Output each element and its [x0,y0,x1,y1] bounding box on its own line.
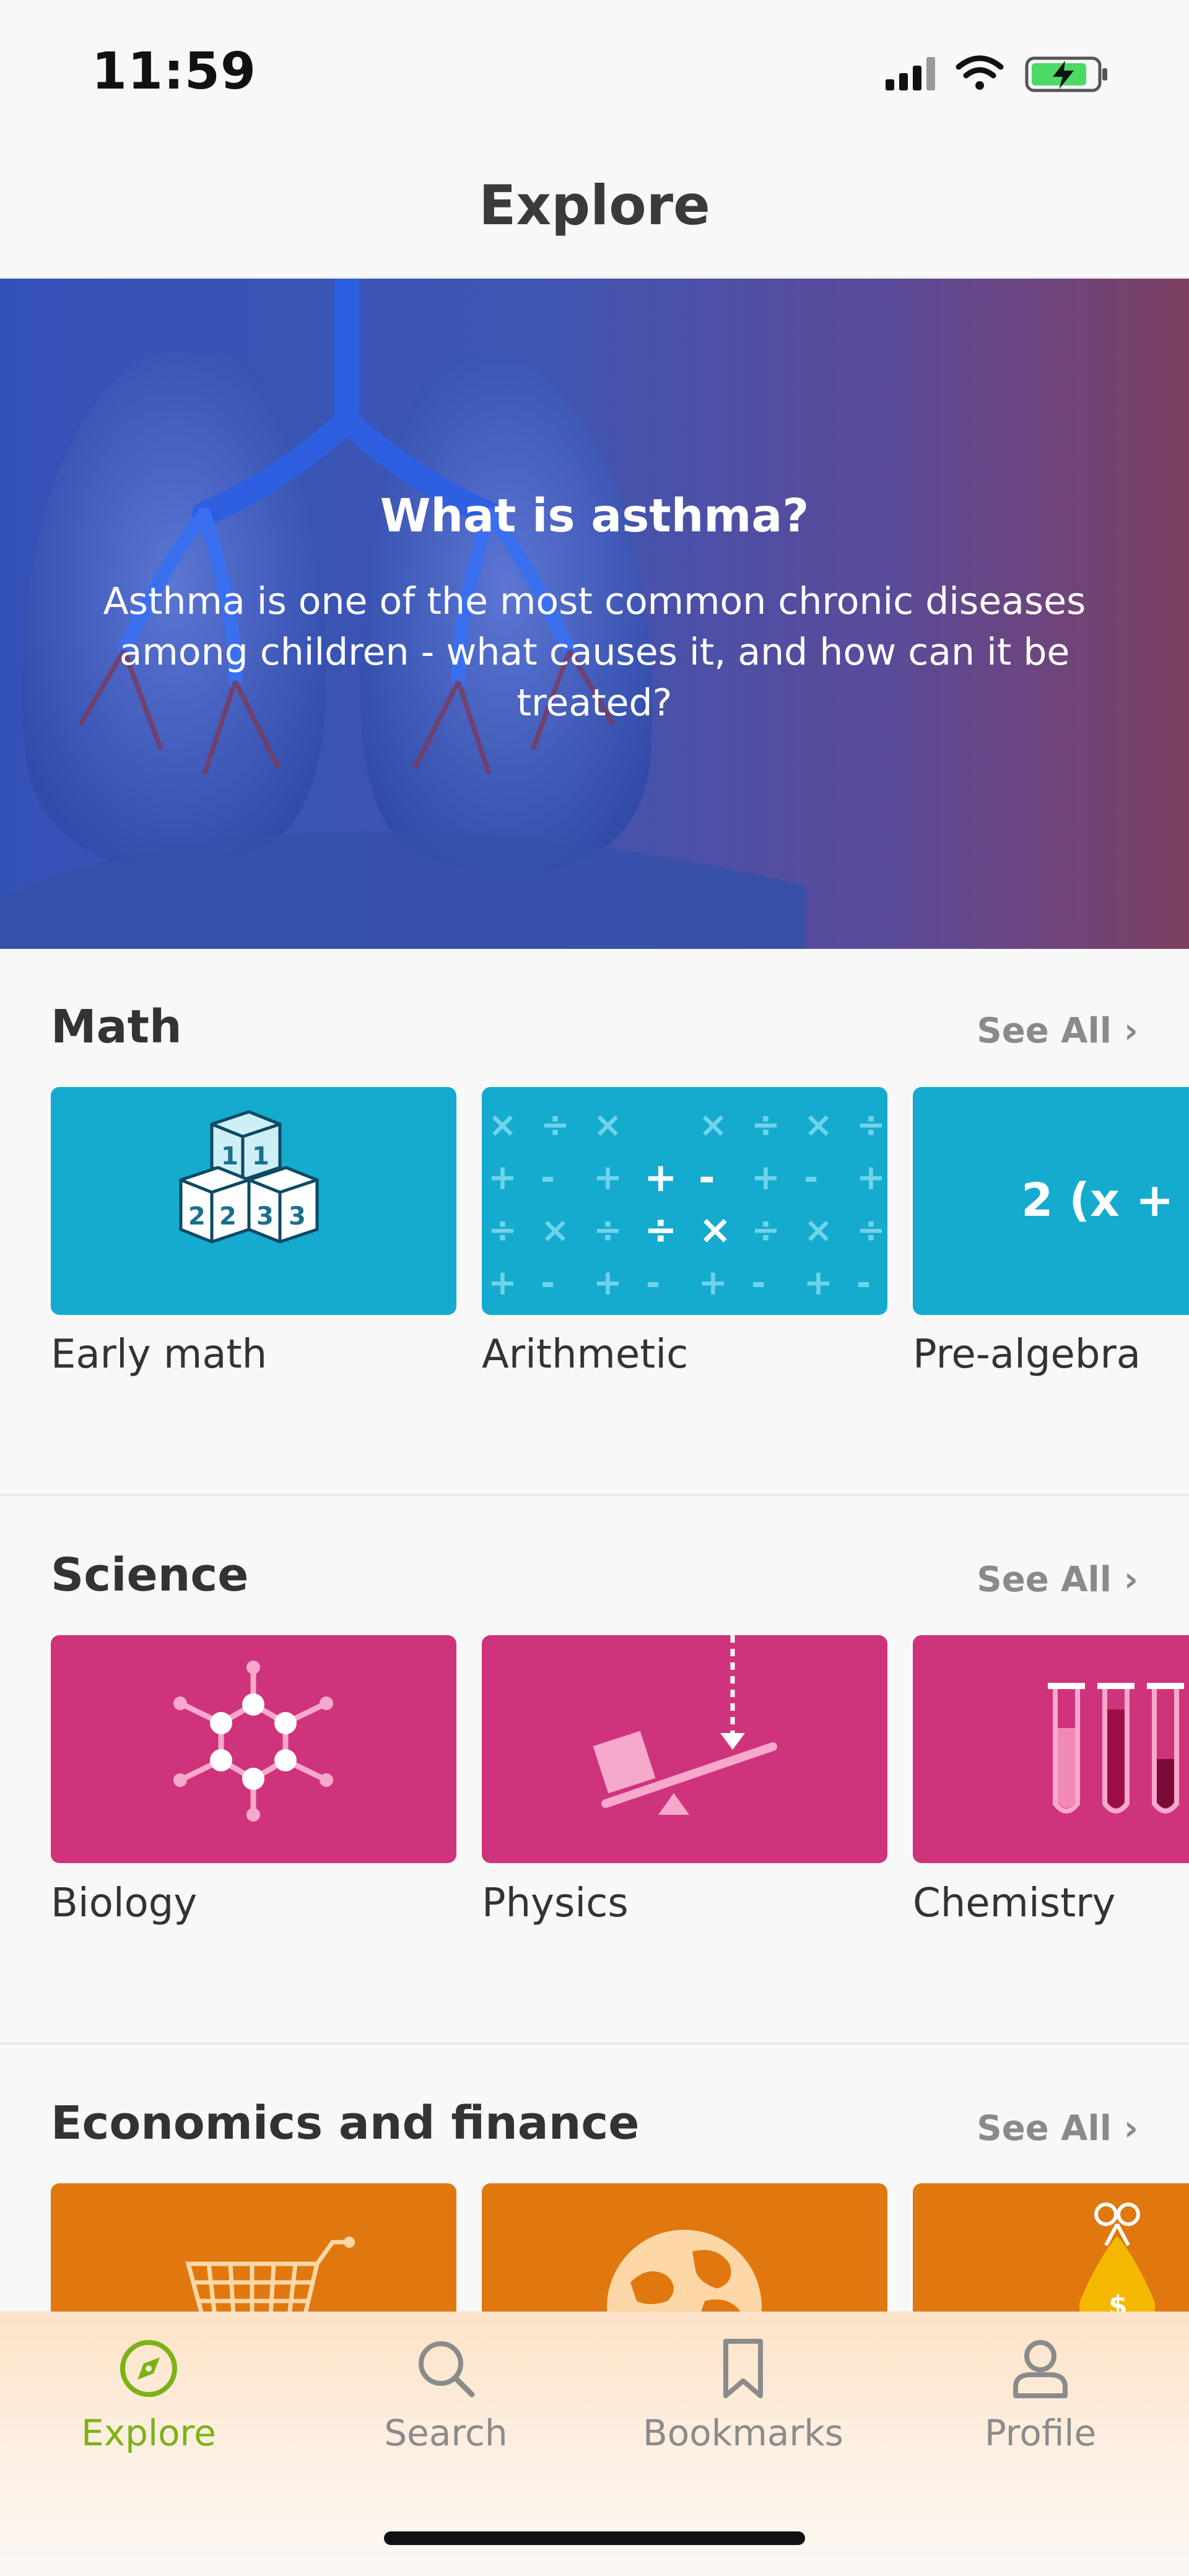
svg-text:-: - [751,1263,765,1303]
course-card-early-math[interactable]: 1 1 2 2 3 3 [51,1087,456,1315]
svg-text:3: 3 [256,1202,274,1231]
see-all-label: See All [977,2108,1112,2149]
svg-text:+: + [644,1155,677,1201]
course-card-arithmetic[interactable]: × ÷ × × ÷ × ÷ + - + + - + ÷ × ÷ ÷ × ÷ + - + - + - + - + - ÷ × [482,1087,887,1315]
svg-text:+: + [488,1158,517,1198]
course-label[interactable]: Arithmetic [482,1332,688,1378]
svg-text:÷: ÷ [751,1210,780,1251]
svg-text:-: - [541,1158,555,1198]
shopping-cart-icon [185,2237,355,2319]
svg-text:2: 2 [188,1202,206,1231]
section-title-math: Math [51,1000,182,1054]
cellular-signal-icon [886,57,935,90]
svg-text:3: 3 [289,1202,306,1231]
svg-text:-: - [856,1263,871,1303]
featured-banner[interactable]: What is asthma? Asthma is one of the mos… [0,279,1189,949]
svg-text:×: × [804,1210,833,1251]
status-bar: 11:59 [0,0,1189,149]
tab-label: Profile [984,2412,1097,2454]
test-tubes-icon [1048,1683,1184,1814]
course-card-chemistry[interactable] [913,1635,1189,1863]
chevron-right-icon: › [1123,1011,1138,1051]
svg-text:+: + [593,1158,622,1198]
section-title-science: Science [51,1548,249,1602]
blocks-icon: 1 1 2 2 3 3 [179,1110,319,1244]
svg-text:+: + [804,1263,833,1303]
wifi-icon [956,55,1004,90]
svg-text:2: 2 [219,1202,237,1231]
svg-text:1: 1 [252,1142,269,1171]
course-label[interactable]: Chemistry [913,1880,1115,1926]
svg-text:×: × [593,1105,622,1145]
svg-text:÷: ÷ [644,1207,677,1253]
svg-text:÷: ÷ [856,1210,886,1251]
svg-text:÷: ÷ [856,1105,886,1145]
course-label[interactable]: Physics [482,1880,629,1926]
arithmetic-symbols-icon: × ÷ × × ÷ × ÷ + - + + - + ÷ × ÷ ÷ × ÷ + - + - + - + - + - ÷ × [488,1105,886,1303]
svg-text:÷: ÷ [541,1105,570,1145]
see-all-label: See All [977,1011,1112,1051]
svg-text:×: × [804,1105,833,1145]
course-label[interactable]: Early math [51,1332,267,1378]
course-card-economics-2[interactable] [482,2183,887,2320]
svg-text:×: × [699,1207,732,1253]
svg-text:-: - [699,1155,715,1201]
status-time: 11:59 [92,42,257,101]
compass-icon [120,2340,177,2397]
svg-text:-: - [646,1263,660,1303]
svg-text:-: - [541,1263,555,1303]
svg-text:-: - [804,1158,818,1198]
section-divider [0,2043,1189,2045]
course-card-economics-3[interactable]: $ [913,2183,1189,2320]
course-label[interactable]: Biology [51,1880,197,1926]
svg-text:÷: ÷ [488,1210,517,1251]
course-card-pre-algebra[interactable]: 2 (x + 3 [913,1087,1189,1315]
search-icon [419,2341,475,2398]
svg-text:×: × [541,1210,570,1251]
money-bag-icon: $ [1079,2203,1156,2320]
tab-explore[interactable]: Explore [0,2313,297,2499]
see-all-economics-button[interactable]: See All › [977,2108,1138,2149]
chevron-right-icon: › [1123,2108,1138,2149]
tab-label: Explore [81,2412,216,2454]
see-all-math-button[interactable]: See All › [977,1011,1138,1051]
home-indicator[interactable] [384,2531,805,2545]
lever-icon [593,1635,777,1815]
battery-icon [1025,56,1107,92]
svg-text:1: 1 [221,1142,238,1171]
see-all-label: See All [977,1560,1112,1600]
svg-text:+: + [856,1158,886,1198]
svg-text:÷: ÷ [593,1210,622,1251]
tab-bookmarks[interactable]: Bookmarks [594,2313,892,2499]
svg-text:÷: ÷ [751,1105,780,1145]
profile-icon [1013,2340,1068,2398]
tab-profile[interactable]: Profile [892,2313,1189,2499]
see-all-science-button[interactable]: See All › [977,1560,1138,1600]
molecule-icon [173,1661,333,1822]
status-icons [886,52,1133,95]
globe-icon [607,2230,762,2320]
svg-text:+: + [488,1263,517,1303]
banner-description: Asthma is one of the most common chronic… [103,580,1086,725]
section-title-economics: Economics and finance [51,2097,640,2150]
course-card-biology[interactable] [51,1635,456,1863]
svg-text:+: + [593,1263,622,1303]
course-card-physics[interactable] [482,1635,887,1863]
course-card-economics-1[interactable] [51,2183,456,2320]
svg-text:+: + [751,1158,780,1198]
tab-label: Search [384,2412,508,2454]
bookmark-icon [723,2339,763,2398]
section-divider [0,1494,1189,1496]
tab-label: Bookmarks [642,2412,844,2454]
svg-text:+: + [699,1263,728,1303]
svg-text:×: × [488,1105,517,1145]
chevron-right-icon: › [1123,1560,1138,1600]
page-title: Explore [479,173,710,237]
course-label[interactable]: Pre-algebra [913,1332,1141,1378]
equation-icon: 2 (x + 3 [1021,1174,1189,1227]
svg-text:×: × [699,1105,728,1145]
banner-title: What is asthma? [380,489,809,543]
tab-search[interactable]: Search [297,2313,594,2499]
